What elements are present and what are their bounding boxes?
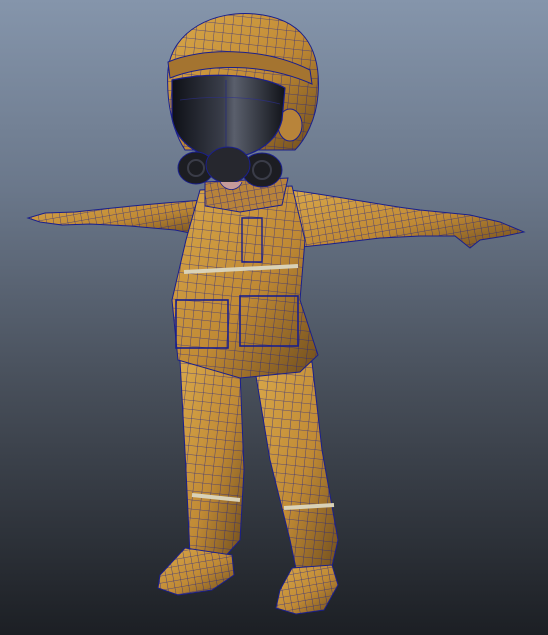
legs — [179, 359, 339, 579]
3d-viewport[interactable] — [0, 0, 548, 635]
model-scene[interactable] — [0, 0, 548, 635]
left-arm — [26, 199, 206, 237]
right-arm — [289, 189, 526, 249]
gas-mask — [177, 146, 283, 190]
